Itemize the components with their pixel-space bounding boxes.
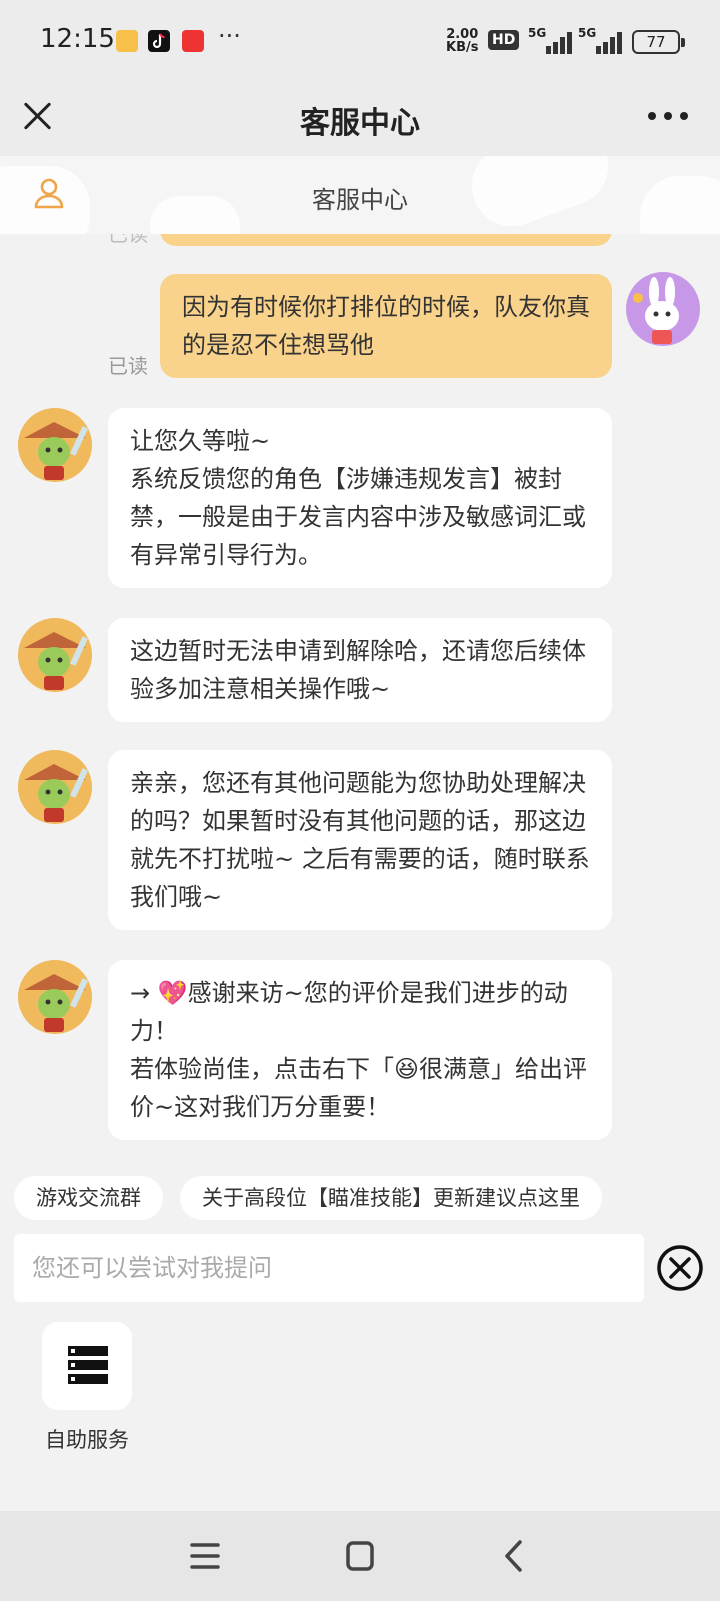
service-title: 客服中心 bbox=[312, 186, 408, 214]
quick-reply-chip[interactable]: 关于高段位【瞄准技能】更新建议点这里 bbox=[180, 1176, 602, 1220]
self-service-label: 自助服务 bbox=[45, 1428, 129, 1452]
page-title: 客服中心 bbox=[300, 106, 420, 141]
toutiao-notification-icon bbox=[182, 30, 204, 52]
network-speed: 2.00 KB/s bbox=[446, 27, 479, 55]
back-icon[interactable] bbox=[490, 1533, 540, 1579]
read-label: 已读 bbox=[108, 354, 148, 378]
status-time: 12:15 bbox=[40, 24, 115, 54]
system-nav-bar bbox=[0, 1511, 720, 1601]
agent-avatar[interactable] bbox=[18, 408, 92, 482]
signal-2-icon: 5G bbox=[578, 26, 624, 54]
agent-message-bubble: 亲亲，您还有其他问题能为您协助处理解决的吗？如果暂时没有其他问题的话，那这边就先… bbox=[108, 750, 612, 930]
chat-area[interactable]: 已读 因为有时候你打排位的时候，队友你真的是忍不住想骂他 已读 让您久等啦~ 系… bbox=[0, 234, 720, 1162]
notes-notification-icon bbox=[116, 30, 138, 52]
user-message-bubble: 因为有时候你打排位的时候，队友你真的是忍不住想骂他 bbox=[160, 274, 612, 378]
status-bar: 12:15 ··· 2.00 KB/s HD 5G 5G 77 bbox=[0, 0, 720, 80]
question-input[interactable] bbox=[14, 1234, 644, 1302]
user-avatar[interactable] bbox=[626, 272, 700, 346]
menu-icon[interactable] bbox=[180, 1533, 230, 1579]
quick-reply-chip[interactable]: 游戏交流群 bbox=[14, 1176, 163, 1220]
service-header: 客服中心 bbox=[0, 156, 720, 234]
self-service-button[interactable] bbox=[42, 1322, 132, 1410]
signal-1-icon: 5G bbox=[528, 26, 574, 54]
more-notifications-icon: ··· bbox=[218, 22, 241, 50]
more-options-icon[interactable] bbox=[648, 108, 692, 124]
tiktok-notification-icon bbox=[148, 30, 170, 52]
title-bar: 客服中心 bbox=[0, 80, 720, 156]
agent-message-bubble: 让您久等啦~ 系统反馈您的角色【涉嫌违规发言】被封禁，一般是由于发言内容中涉及敏… bbox=[108, 408, 612, 588]
hd-voice-badge: HD bbox=[488, 30, 520, 50]
close-circle-icon[interactable] bbox=[656, 1244, 704, 1292]
home-square-icon[interactable] bbox=[335, 1533, 385, 1579]
agent-message-bubble: 这边暂时无法申请到解除哈，还请您后续体验多加注意相关操作哦~ bbox=[108, 618, 612, 722]
agent-avatar[interactable] bbox=[18, 960, 92, 1034]
read-label-partial: 已读 bbox=[108, 234, 148, 246]
battery-icon: 77 bbox=[632, 30, 685, 54]
agent-avatar[interactable] bbox=[18, 618, 92, 692]
server-icon bbox=[68, 1346, 108, 1384]
previous-user-bubble bbox=[160, 234, 612, 246]
agent-avatar[interactable] bbox=[18, 750, 92, 824]
agent-message-bubble: → 💖感谢来访~您的评价是我们进步的动力！ 若体验尚佳，点击右下「😆很满意」给出… bbox=[108, 960, 612, 1140]
